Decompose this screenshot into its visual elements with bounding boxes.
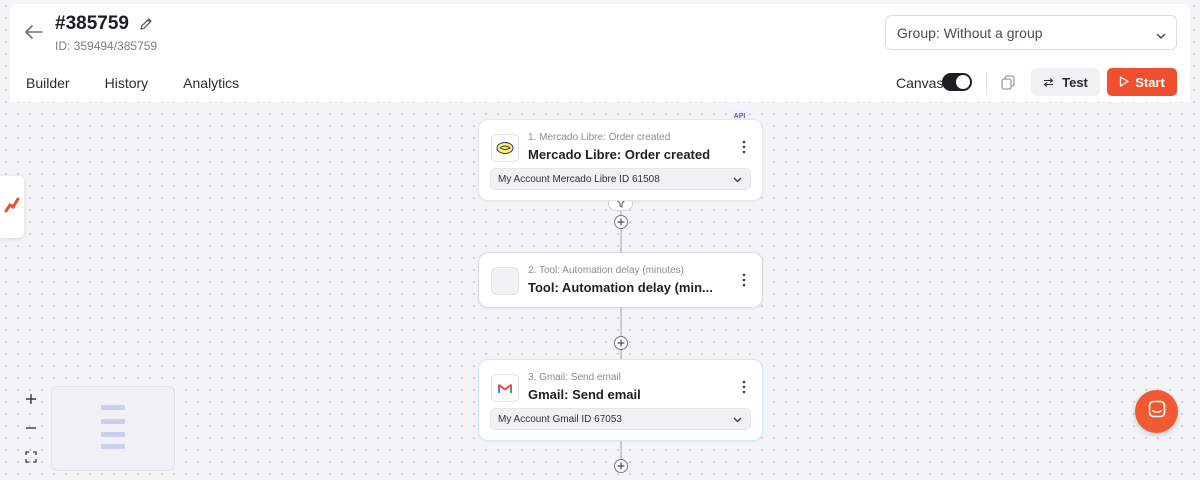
swap-icon <box>1043 75 1054 90</box>
node-name: Gmail: Send email <box>528 387 641 402</box>
brand-logo-icon <box>4 197 20 218</box>
pencil-icon[interactable] <box>138 16 154 32</box>
add-step-plus-icon[interactable] <box>614 336 628 350</box>
workflow-node-gmail[interactable]: 3. Gmail: Send email Gmail: Send email M… <box>478 359 763 441</box>
add-step-plus-icon[interactable] <box>614 459 628 473</box>
account-select-value: My Account Mercado Libre ID 61508 <box>498 174 660 185</box>
gmail-icon <box>491 374 519 402</box>
zoom-in-icon[interactable] <box>18 386 44 412</box>
more-options-icon[interactable] <box>741 273 747 287</box>
minimap-node <box>101 405 125 410</box>
add-step-plus-icon[interactable] <box>614 215 628 229</box>
zoom-out-icon[interactable] <box>18 415 44 441</box>
account-select[interactable]: My Account Gmail ID 67053 <box>490 408 751 430</box>
back-arrow-icon[interactable] <box>24 22 44 42</box>
minimap[interactable] <box>51 386 175 471</box>
tab-history[interactable]: History <box>105 75 149 91</box>
chevron-down-icon <box>1156 27 1166 43</box>
start-button-label: Start <box>1135 74 1165 90</box>
tab-builder[interactable]: Builder <box>26 75 70 91</box>
minimap-node <box>101 419 125 424</box>
test-button[interactable]: Test <box>1031 68 1100 96</box>
support-chat-button[interactable] <box>1135 390 1178 433</box>
node-name: Mercado Libre: Order created <box>528 147 711 162</box>
node-step-label: 1. Mercado Libre: Order created <box>528 132 671 143</box>
minimap-node <box>101 444 125 449</box>
tool-placeholder-icon <box>491 267 519 295</box>
workflow-node-automation-delay[interactable]: 2. Tool: Automation delay (minutes) Tool… <box>478 252 763 308</box>
side-panel-toggle[interactable] <box>0 176 24 238</box>
connector-line <box>620 308 622 360</box>
more-options-icon[interactable] <box>741 380 747 394</box>
play-icon <box>1119 75 1129 90</box>
chat-icon <box>1148 400 1166 423</box>
group-select[interactable]: Group: Without a group <box>885 15 1177 50</box>
group-select-value: Group: Without a group <box>897 25 1043 41</box>
chevron-down-icon <box>733 175 742 186</box>
node-step-label: 3. Gmail: Send email <box>528 372 621 383</box>
canvas-toggle-label: Canvas <box>896 75 944 91</box>
account-select-value: My Account Gmail ID 67053 <box>498 414 622 425</box>
minimap-node <box>101 432 125 437</box>
header-bar: #385759 ID: 359494/385759 Group: Without… <box>10 4 1190 102</box>
tab-bar: Builder History Analytics <box>26 75 274 91</box>
divider <box>986 72 987 94</box>
start-button[interactable]: Start <box>1107 68 1177 96</box>
copy-icon[interactable] <box>999 74 1017 92</box>
chevron-down-icon <box>733 415 742 426</box>
zoom-controls <box>16 386 46 470</box>
workflow-id: ID: 359494/385759 <box>55 39 158 53</box>
tab-analytics[interactable]: Analytics <box>183 75 239 91</box>
node-name: Tool: Automation delay (min... <box>528 280 713 295</box>
connector-line <box>620 441 622 461</box>
more-options-icon[interactable] <box>741 140 747 154</box>
fit-view-icon[interactable] <box>18 444 44 470</box>
test-button-label: Test <box>1062 74 1088 90</box>
node-step-label: 2. Tool: Automation delay (minutes) <box>528 265 685 276</box>
account-select[interactable]: My Account Mercado Libre ID 61508 <box>490 168 751 190</box>
workflow-node-mercado-libre[interactable]: 1. Mercado Libre: Order created Mercado … <box>478 119 763 201</box>
mercado-libre-icon <box>491 134 519 162</box>
page-title: #385759 <box>55 13 129 34</box>
canvas-toggle[interactable] <box>942 73 972 91</box>
